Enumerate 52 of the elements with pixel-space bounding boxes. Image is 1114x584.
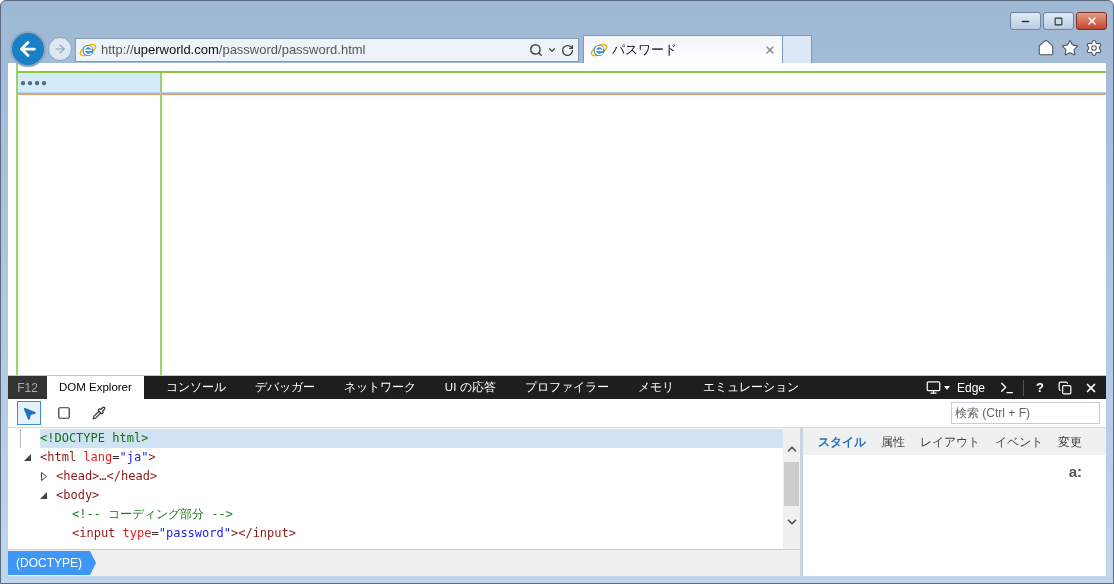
devtools-tab[interactable]: メモリ [637, 376, 674, 399]
search-icon[interactable] [529, 43, 543, 57]
f12-label: F12 [8, 376, 47, 399]
dropdown-caret-icon[interactable] [547, 45, 557, 55]
dom-node-line[interactable]: <html lang="ja"> [40, 448, 783, 467]
settings-icon[interactable] [1085, 39, 1103, 57]
devtools-tab[interactable]: エミュレーション [702, 376, 799, 399]
collapsed-triangle-icon[interactable] [41, 472, 47, 481]
search-field[interactable]: 検索 (Ctrl + F) [951, 402, 1100, 424]
side-panel-tab[interactable]: 属性 [881, 432, 905, 451]
dom-node-line[interactable]: <body> [56, 486, 783, 505]
dom-node-line[interactable]: <input type="password"></input> [72, 524, 783, 543]
forward-arrow-icon [53, 42, 67, 56]
close-tab-icon[interactable] [764, 43, 776, 56]
close-button[interactable] [1076, 12, 1107, 30]
dom-node-line[interactable]: <head>…</head> [56, 467, 783, 486]
devtools-tab[interactable]: デバッガー [254, 376, 315, 399]
devtools-tab[interactable]: DOM Explorer [47, 376, 144, 399]
devtools-tab[interactable]: コンソール [165, 376, 226, 399]
address-url: http://uperworld.com/password/password.html [101, 41, 367, 60]
address-bar[interactable]: http://uperworld.com/password/password.html [75, 38, 579, 62]
side-panel-tab[interactable]: イベント [995, 432, 1043, 451]
side-panel-tab[interactable]: スタイル [818, 432, 866, 451]
undock-icon[interactable] [1058, 380, 1072, 395]
side-panel-tab[interactable]: 変更 [1058, 432, 1082, 451]
side-panel-tab[interactable]: レイアウト [920, 432, 980, 451]
password-field[interactable]: ●●●● [20, 75, 160, 90]
caret-icon [944, 385, 950, 390]
devtools-tab[interactable]: UI の応答 [444, 376, 496, 399]
maximize-icon [1054, 16, 1063, 26]
expanded-triangle-icon[interactable] [24, 454, 31, 461]
back-button[interactable] [10, 31, 46, 67]
dom-node-line[interactable]: <!-- コーディング部分 --> [72, 505, 783, 524]
emulation-target-button[interactable]: Edge [926, 378, 986, 397]
monitor-icon [926, 380, 941, 395]
expanded-triangle-icon[interactable] [40, 492, 47, 499]
maximize-button[interactable] [1043, 12, 1074, 30]
devtools-tab[interactable]: ネットワーク [343, 376, 416, 399]
star-icon[interactable] [1061, 39, 1079, 57]
tab-title: パスワード [612, 40, 678, 59]
scrollbar-thumb[interactable] [784, 462, 799, 506]
refresh-icon[interactable] [561, 43, 574, 57]
select-element-icon[interactable] [17, 401, 41, 425]
close-icon [1085, 15, 1098, 27]
home-icon[interactable] [1037, 39, 1055, 57]
browser-logo-icon [79, 41, 97, 59]
emulation-target-label: Edge [957, 379, 986, 397]
devtools-tab[interactable]: プロファイラー [524, 376, 609, 399]
minimize-button[interactable] [1010, 12, 1041, 30]
browser-tab[interactable]: パスワード [583, 35, 783, 63]
help-button[interactable]: ? [1036, 377, 1044, 398]
pseudo-state-toggle[interactable]: a: [1068, 461, 1082, 484]
